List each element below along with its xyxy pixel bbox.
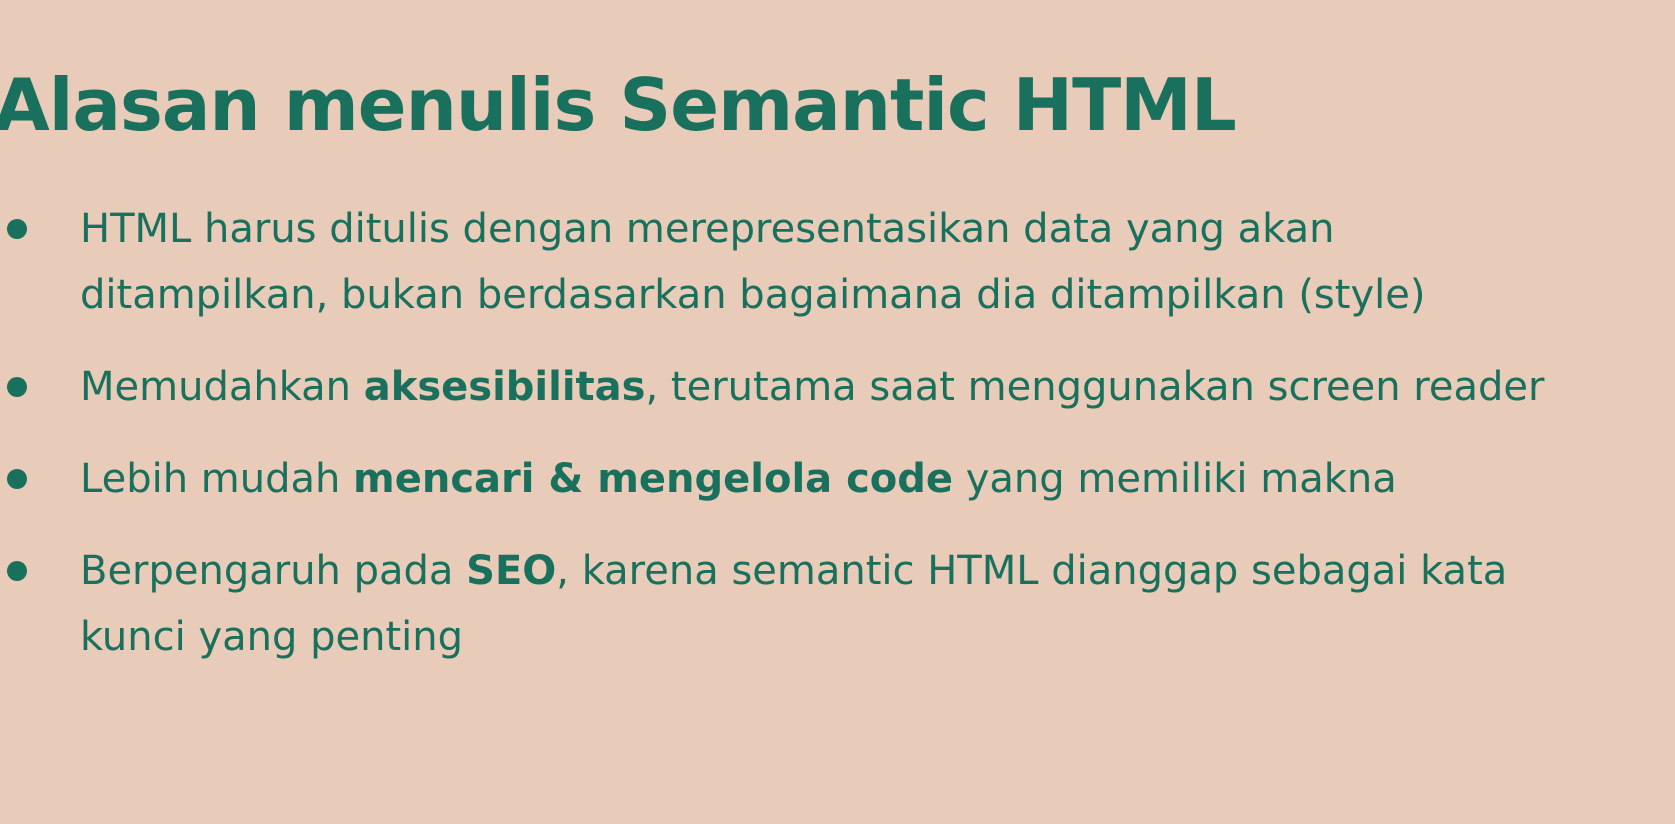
bullet-text-bold: SEO (466, 548, 557, 594)
bullet-line: ditampilkan, bukan berdasarkan bagaimana… (80, 272, 1426, 318)
bullet-text-plain: , terutama saat menggunakan screen reade… (645, 364, 1545, 410)
bullet-list: HTML harus ditulis dengan merepresentasi… (0, 0, 1675, 824)
bullet-text: Berpengaruh pada SEO, karena semantic HT… (80, 538, 1507, 670)
bullet-text-plain: , karena semantic HTML dianggap sebagai … (556, 548, 1508, 594)
bullet-text: HTML harus ditulis dengan merepresentasi… (80, 196, 1425, 328)
bullet-dot-icon (7, 561, 27, 581)
bullet-dot-icon (7, 219, 27, 239)
bullet-text-plain: Berpengaruh pada (80, 548, 467, 594)
bullet-text-plain: yang memiliki makna (953, 456, 1397, 502)
bullet-text-plain: Lebih mudah (80, 456, 354, 502)
bullet-dot-icon (7, 377, 27, 397)
bullet-text-plain: Memudahkan (80, 364, 364, 410)
bullet-text-bold: mencari & mengelola code (353, 456, 954, 502)
bullet-text: Memudahkan aksesibilitas, terutama saat … (80, 354, 1544, 420)
slide: Alasan menulis Semantic HTML HTML harus … (0, 0, 1675, 824)
bullet-dot-icon (7, 469, 27, 489)
bullet-text: Lebih mudah mencari & mengelola code yan… (80, 446, 1397, 512)
bullet-line: kunci yang penting (80, 614, 463, 660)
bullet-line: HTML harus ditulis dengan merepresentasi… (80, 206, 1335, 252)
bullet-text-bold: aksesibilitas (363, 364, 646, 410)
